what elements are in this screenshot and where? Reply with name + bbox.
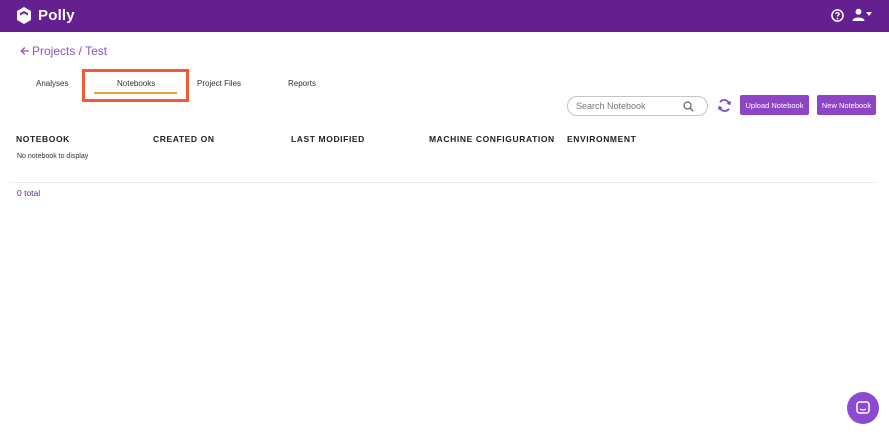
- column-header-machine-configuration[interactable]: MACHINE CONFIGURATION: [429, 134, 555, 144]
- column-header-notebook[interactable]: NOTEBOOK: [16, 134, 70, 144]
- upload-notebook-button[interactable]: Upload Notebook: [740, 95, 809, 115]
- top-navbar: Polly: [0, 0, 889, 32]
- tab-reports[interactable]: Reports: [288, 79, 316, 88]
- new-notebook-button[interactable]: New Notebook: [817, 95, 876, 115]
- user-icon[interactable]: [852, 8, 865, 21]
- breadcrumb[interactable]: Projects / Test: [20, 44, 107, 58]
- column-header-environment[interactable]: ENVIRONMENT: [567, 134, 636, 144]
- empty-table-message: No notebook to display: [17, 153, 89, 160]
- chat-icon: [856, 401, 870, 414]
- tab-analyses[interactable]: Analyses: [36, 79, 68, 88]
- arrow-left-icon[interactable]: [20, 46, 30, 56]
- active-tab-highlight: [82, 69, 189, 102]
- caret-down-icon[interactable]: [866, 12, 872, 16]
- search-input[interactable]: [576, 101, 682, 111]
- column-header-last-modified[interactable]: LAST MODIFIED: [291, 134, 365, 144]
- search-icon[interactable]: [683, 101, 694, 112]
- total-count: 0 total: [17, 188, 41, 198]
- brand-logo[interactable]: Polly: [17, 7, 75, 24]
- table-divider: [9, 182, 877, 183]
- polly-logo-icon: [17, 7, 31, 24]
- brand-name: Polly: [38, 7, 75, 24]
- chat-launcher-button[interactable]: [847, 392, 879, 424]
- refresh-icon[interactable]: [717, 98, 732, 113]
- active-tab-underline: [94, 92, 177, 94]
- table-header: NOTEBOOK CREATED ON LAST MODIFIED MACHIN…: [0, 134, 889, 146]
- help-icon[interactable]: [831, 9, 844, 22]
- column-header-created-on[interactable]: CREATED ON: [153, 134, 215, 144]
- breadcrumb-text[interactable]: Projects / Test: [32, 44, 107, 58]
- search-box[interactable]: [567, 96, 708, 116]
- tab-project-files[interactable]: Project Files: [197, 79, 241, 88]
